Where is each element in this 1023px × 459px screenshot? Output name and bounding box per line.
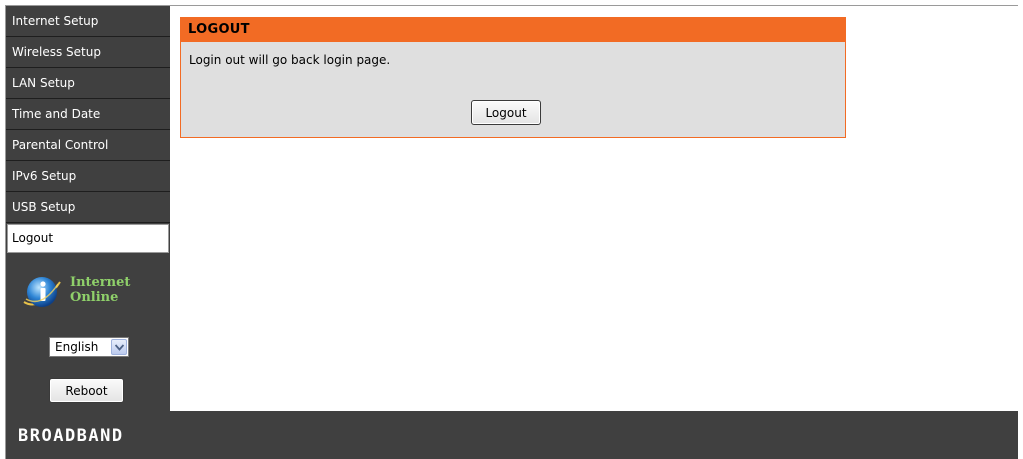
chevron-down-icon[interactable] bbox=[111, 339, 127, 355]
sidebar-item-internet-setup[interactable]: Internet Setup bbox=[6, 6, 170, 37]
logout-button[interactable]: Logout bbox=[471, 100, 541, 125]
router-page: Internet Setup Wireless Setup LAN Setup … bbox=[5, 5, 1018, 459]
brand-logo: BROADBAND bbox=[18, 426, 124, 446]
info-icon bbox=[22, 272, 62, 312]
status-line-online: Online bbox=[70, 290, 119, 305]
sidebar: Internet Setup Wireless Setup LAN Setup … bbox=[6, 6, 170, 411]
sidebar-item-wireless-setup[interactable]: Wireless Setup bbox=[6, 37, 170, 68]
sidebar-item-usb-setup[interactable]: USB Setup bbox=[6, 192, 170, 223]
internet-status: Internet Online bbox=[6, 259, 170, 325]
sidebar-item-time-and-date[interactable]: Time and Date bbox=[6, 99, 170, 130]
language-select[interactable]: English bbox=[49, 337, 129, 357]
status-line-internet: Internet bbox=[70, 275, 131, 290]
reboot-button[interactable]: Reboot bbox=[49, 378, 124, 403]
sidebar-item-parental-control[interactable]: Parental Control bbox=[6, 130, 170, 161]
logout-message: Login out will go back login page. bbox=[189, 53, 391, 67]
sidebar-item-ipv6-setup[interactable]: IPv6 Setup bbox=[6, 161, 170, 192]
sidebar-item-logout[interactable]: Logout bbox=[7, 224, 169, 253]
language-selected-value: English bbox=[55, 340, 99, 354]
logout-panel: LOGOUT Login out will go back login page… bbox=[180, 17, 846, 138]
sidebar-item-lan-setup[interactable]: LAN Setup bbox=[6, 68, 170, 99]
footer: BROADBAND bbox=[6, 411, 1018, 459]
main-content: LOGOUT Login out will go back login page… bbox=[170, 6, 1018, 411]
status-text: Internet Online bbox=[70, 275, 130, 305]
panel-title: LOGOUT bbox=[181, 18, 845, 42]
